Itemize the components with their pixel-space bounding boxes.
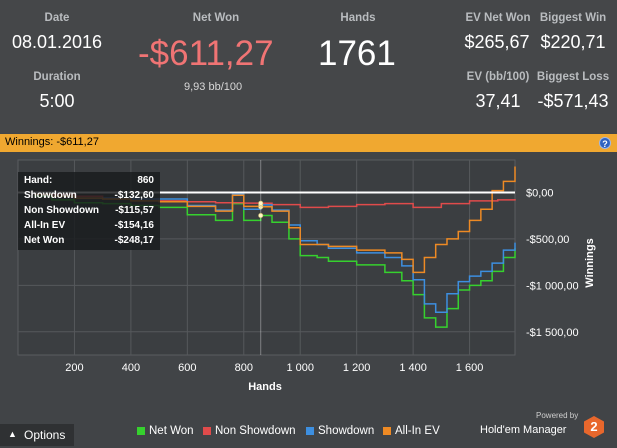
date-label: Date xyxy=(44,12,70,24)
tooltip-row: All-In EV -$154,16 xyxy=(24,220,154,231)
net-won-value: -$611,27 xyxy=(138,34,274,73)
y-axis-label: Winnings xyxy=(584,238,596,287)
duration-value: 5:00 xyxy=(39,91,75,111)
x-tick-label: 1 200 xyxy=(343,362,371,374)
y-tick-label: -$1 000,00 xyxy=(526,280,579,292)
x-tick-labels: 200 400 600 800 1 000 1 200 1 400 1 600 xyxy=(65,362,483,374)
y-tick-label: -$1 500,00 xyxy=(526,327,579,339)
x-tick-label: 1 400 xyxy=(399,362,427,374)
options-button[interactable]: ▲ Options xyxy=(0,424,74,446)
hover-point xyxy=(258,200,264,206)
help-icon[interactable]: ? xyxy=(599,137,611,149)
tooltip-row: Hand: 860 xyxy=(24,175,154,186)
duration-label: Duration xyxy=(33,71,81,83)
net-won-label: Net Won xyxy=(192,12,240,24)
tooltip-row: Showdown -$132,60 xyxy=(24,190,154,201)
x-tick-label: 800 xyxy=(235,362,253,374)
y-tick-labels: $0,00 -$500,00 -$1 000,00 -$1 500,00 xyxy=(526,188,579,339)
hover-tooltip: Hand: 860 Showdown -$132,60 Non Showdown -$… xyxy=(18,172,160,250)
x-tick-label: 600 xyxy=(178,362,196,374)
x-tick-label: 1 600 xyxy=(456,362,484,374)
hands-label: Hands xyxy=(340,12,376,24)
legend-swatch xyxy=(383,426,391,435)
y-tick-label: -$500,00 xyxy=(526,234,569,246)
brand-name: Hold'em Manager xyxy=(480,424,567,436)
biggest-win-value: $220,71 xyxy=(540,32,606,52)
session-stats-panel: Date 08.01.2016 Duration 5:00 Net Won -$… xyxy=(0,0,617,133)
ev-net-won-value: $265,67 xyxy=(464,32,530,52)
legend-showdown[interactable]: Showdown xyxy=(306,425,374,439)
biggest-loss-value: -$571,43 xyxy=(537,91,609,111)
tooltip-row: Net Won -$248,17 xyxy=(24,235,154,246)
winnings-title-bar: Winnings: -$611,27 ? xyxy=(0,134,617,152)
x-axis-label: Hands xyxy=(248,381,282,393)
ev-net-won-label: EV Net Won xyxy=(465,12,531,24)
ev-bb100-label: EV (bb/100) xyxy=(466,71,530,83)
x-tick-label: 200 xyxy=(65,362,83,374)
legend-swatch xyxy=(137,426,145,435)
bb100-value: 9,93 bb/100 xyxy=(184,81,243,93)
hover-point xyxy=(258,213,264,219)
legend-allin-ev[interactable]: All-In EV xyxy=(383,425,440,439)
legend-net-won[interactable]: Net Won xyxy=(137,425,194,439)
date-value: 08.01.2016 xyxy=(11,32,103,52)
biggest-loss-label: Biggest Loss xyxy=(536,71,610,83)
legend-swatch xyxy=(306,426,314,435)
tooltip-row: Non Showdown -$115,57 xyxy=(24,205,154,216)
winnings-title: Winnings: -$611,27 xyxy=(5,136,99,148)
y-tick-label: $0,00 xyxy=(526,188,554,200)
options-label: Options xyxy=(24,428,66,442)
x-tick-label: 400 xyxy=(122,362,140,374)
chevron-up-icon: ▲ xyxy=(8,429,17,439)
x-tick-label: 1 000 xyxy=(286,362,314,374)
biggest-win-label: Biggest Win xyxy=(539,12,607,24)
legend-swatch xyxy=(203,426,211,435)
hands-value: 1761 xyxy=(318,34,396,73)
legend-non-showdown[interactable]: Non Showdown xyxy=(203,425,296,439)
powered-by-text: Powered by xyxy=(536,411,579,420)
ev-bb100-value: 37,41 xyxy=(475,91,521,111)
